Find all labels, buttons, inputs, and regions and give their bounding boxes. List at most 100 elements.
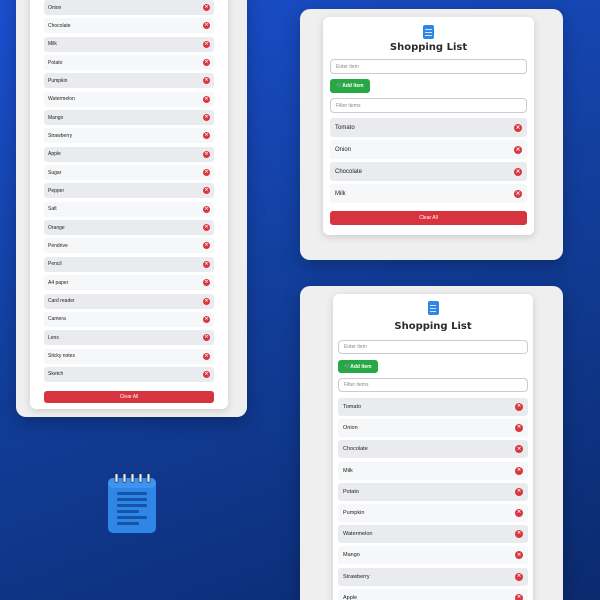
list-item: Apple × [338, 588, 528, 600]
delete-item-icon[interactable]: × [203, 352, 210, 360]
filter-input[interactable] [338, 378, 528, 392]
delete-item-icon[interactable]: × [203, 279, 210, 287]
shopping-list: Tomato × Onion × Chocolate × Milk × Potato × Pumpk… [338, 398, 528, 600]
list-item-label: Chocolate [335, 168, 363, 175]
delete-item-icon[interactable]: × [515, 593, 523, 600]
list-item-label: Tomato [343, 404, 362, 410]
delete-item-icon[interactable]: × [203, 95, 210, 103]
delete-item-icon[interactable]: × [515, 530, 523, 539]
delete-item-icon[interactable]: × [203, 40, 210, 48]
list-item: Watermelon × [44, 91, 214, 107]
list-item-label: Potato [48, 59, 63, 66]
list-item: Chocolate × [44, 18, 214, 34]
clear-all-button[interactable]: Clear All [44, 391, 214, 404]
clear-all-button[interactable]: Clear All [330, 211, 527, 225]
list-item-label: Lens [48, 334, 59, 341]
delete-item-icon[interactable]: × [203, 114, 210, 122]
add-item-label: Add Item [350, 363, 372, 370]
delete-item-icon[interactable]: × [515, 572, 523, 581]
delete-item-icon[interactable]: × [203, 205, 210, 213]
list-item: Pendrive × [44, 238, 214, 254]
delete-item-icon[interactable]: × [203, 370, 210, 378]
delete-item-icon[interactable]: × [514, 189, 522, 198]
list-item: Salt × [44, 201, 214, 217]
delete-item-icon[interactable]: × [203, 242, 210, 250]
list-item-label: Mango [48, 114, 64, 121]
list-item-label: Salt [48, 206, 57, 213]
delete-item-icon[interactable]: × [514, 145, 522, 154]
list-item: Milk × [330, 184, 527, 203]
list-item-label: Chocolate [48, 22, 71, 29]
list-item: Apple × [44, 146, 214, 162]
list-item-label: Sugar [48, 169, 62, 176]
shopping-list: Tomato × Onion × Chocolate × Milk × [330, 118, 527, 203]
list-item-label: Onion [335, 146, 352, 153]
filter-input[interactable] [330, 98, 527, 113]
list-item: Chocolate × [330, 162, 527, 181]
list-item-label: Potato [343, 488, 359, 495]
delete-item-icon[interactable]: × [203, 315, 210, 323]
list-item-label: Chocolate [343, 446, 368, 453]
list-item-label: Sketch [48, 371, 64, 378]
list-item-label: Pumpkin [343, 509, 365, 516]
list-item: Tomato × [338, 398, 528, 416]
add-item-button[interactable]: 🛒 Add Item [338, 360, 378, 373]
delete-item-icon[interactable]: × [515, 424, 523, 433]
list-item-label: Strawberry [343, 573, 370, 580]
delete-item-icon[interactable]: × [203, 59, 210, 67]
list-item-label: Strawberry [48, 132, 73, 139]
list-item-label: Pepper [48, 187, 65, 194]
app-title: Shopping List [394, 321, 472, 332]
item-input[interactable] [338, 340, 528, 354]
delete-item-icon[interactable]: × [514, 167, 522, 176]
list-item: Mango × [44, 110, 214, 126]
delete-item-icon[interactable]: × [203, 169, 210, 177]
list-item: Pepper × [44, 183, 214, 199]
list-item: A4 paper × [44, 275, 214, 291]
delete-item-icon[interactable]: × [203, 187, 210, 195]
list-item: Tomato × [330, 118, 527, 137]
delete-item-icon[interactable]: × [203, 334, 210, 342]
list-item: Milk × [338, 461, 528, 480]
list-item: Potato × [44, 55, 214, 71]
list-item-label: Pendrive [48, 242, 68, 249]
list-item: Sticky notes × [44, 348, 214, 364]
list-item: Onion × [44, 0, 214, 15]
delete-item-icon[interactable]: × [203, 132, 210, 140]
delete-item-icon[interactable]: × [203, 260, 210, 268]
delete-item-icon[interactable]: × [515, 445, 523, 454]
delete-item-icon[interactable]: × [203, 297, 210, 305]
shopping-list: Onion × Chocolate × Milk × Potato × Pumpkin × Wate… [44, 0, 214, 382]
shopping-list-card-full: Onion × Chocolate × Milk × Potato × Pumpkin × Wate… [30, 0, 228, 409]
list-item: Strawberry × [338, 567, 528, 586]
list-item: Camera × [44, 311, 214, 327]
list-item: Sketch × [44, 366, 214, 382]
delete-item-icon[interactable]: × [515, 403, 523, 411]
add-item-label: Add Item [342, 83, 364, 89]
shopping-list-card-short: Shopping List 🛒Add Item Tomato×Onion×Cho… [323, 17, 534, 235]
list-item: Mango × [338, 546, 528, 565]
delete-item-icon[interactable]: × [515, 466, 523, 475]
list-item-label: Sticky notes [48, 353, 75, 360]
delete-item-icon[interactable]: × [203, 150, 210, 158]
delete-item-icon[interactable]: × [515, 508, 523, 517]
list-item: Milk × [44, 36, 214, 52]
list-item: Onion × [338, 419, 528, 438]
delete-item-icon[interactable]: × [515, 487, 523, 496]
delete-item-icon[interactable]: × [203, 224, 210, 232]
delete-item-icon[interactable]: × [203, 4, 210, 11]
list-item-label: Milk [48, 41, 57, 48]
list-item: Orange × [44, 220, 214, 236]
add-item-button[interactable]: 🛒 Add Item [330, 79, 370, 93]
delete-item-icon[interactable]: × [203, 77, 210, 85]
item-input[interactable] [330, 59, 527, 74]
list-item-label: Onion [48, 4, 62, 11]
delete-item-icon[interactable]: × [514, 123, 522, 132]
delete-item-icon[interactable]: × [203, 22, 210, 30]
list-item: Sugar × [44, 165, 214, 181]
delete-item-icon[interactable]: × [515, 551, 523, 560]
list-item-label: Milk [335, 190, 346, 197]
list-item-label: Apple [48, 151, 61, 158]
list-item: Chocolate × [338, 440, 528, 459]
list-item: Pumpkin × [44, 73, 214, 89]
